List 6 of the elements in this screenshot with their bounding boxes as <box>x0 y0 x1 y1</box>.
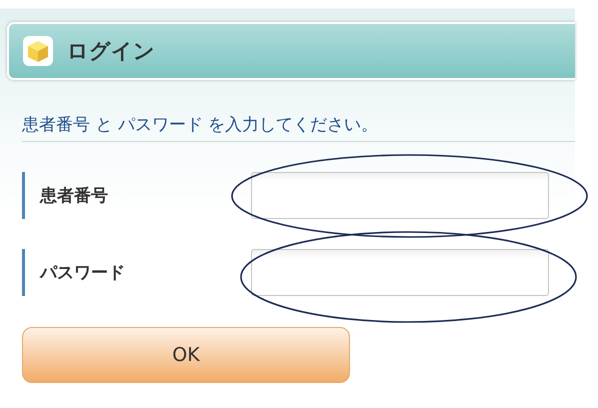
ok-button[interactable]: OK <box>22 327 350 383</box>
input-field[interactable] <box>251 249 549 296</box>
page-title: ログイン <box>67 38 155 65</box>
instruction-text: 患者番号 と パスワード を入力してください。 <box>22 113 575 142</box>
input-field[interactable] <box>251 172 549 219</box>
cube-icon <box>23 36 53 66</box>
